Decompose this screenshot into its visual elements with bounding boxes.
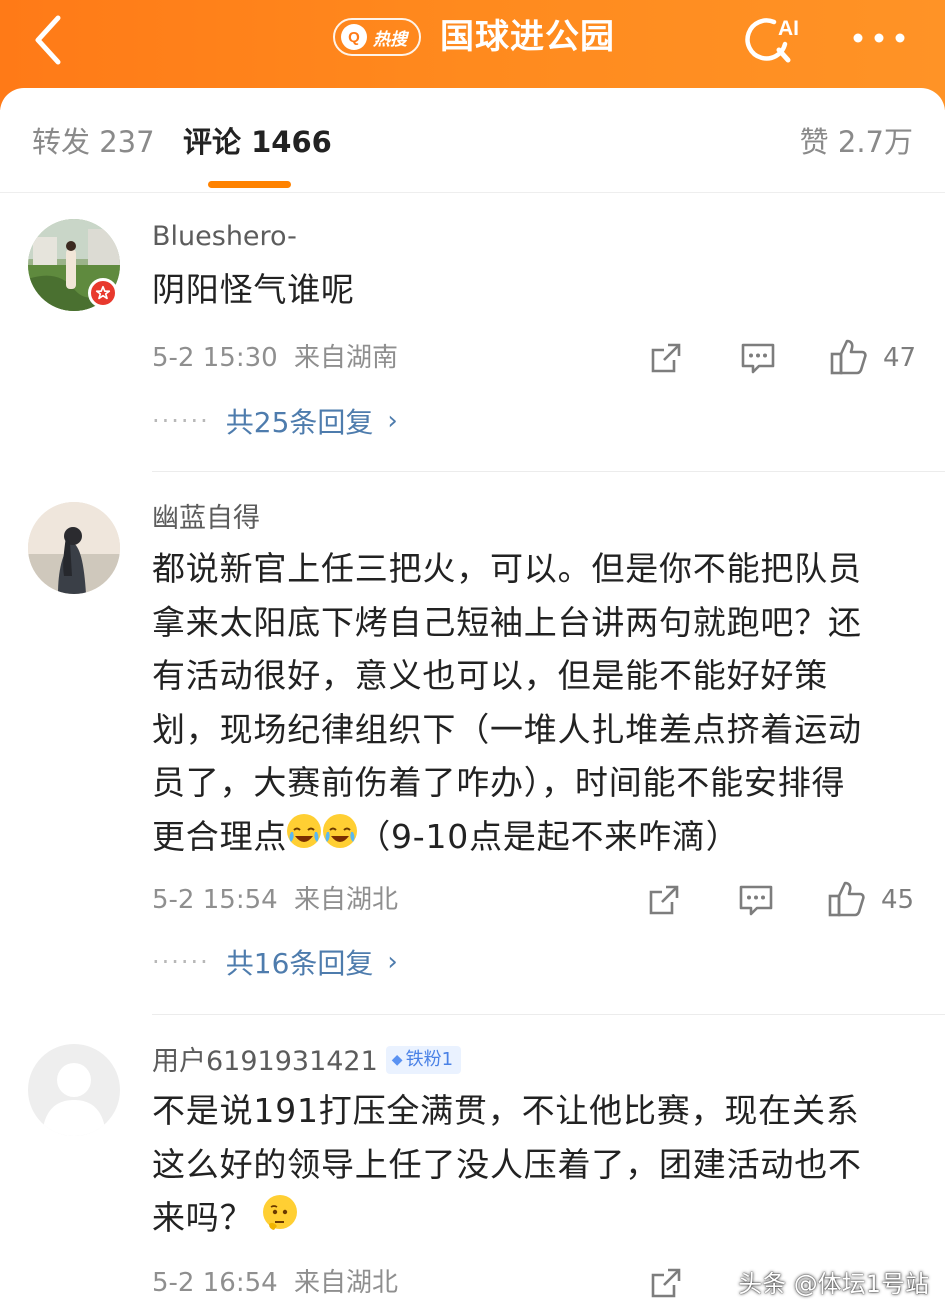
share-icon[interactable] (648, 1265, 684, 1301)
comment-location: 来自湖南 (293, 343, 398, 373)
divider (152, 1014, 945, 1015)
comment-icon[interactable] (739, 340, 777, 376)
tab-active-indicator (208, 181, 291, 188)
topic-title[interactable]: 国球进公园 (440, 14, 615, 60)
share-icon[interactable] (648, 340, 684, 376)
comment-text: 都说新官上任三把火，可以。但是你不能把队员 拿来太阳底下烤自己短袖上台讲两句就跑… (152, 542, 922, 863)
watermark: 头条 @体坛1号站 (738, 1270, 929, 1298)
ai-label: AI (778, 17, 799, 40)
replies-dots: ······ (152, 948, 210, 976)
fan-level-badge: ◆ 铁粉1 (385, 1045, 462, 1074)
comment-text: 不是说191打压全满贯，不让他比赛，现在关系 这么好的领导上任了没人压着了，团建… (152, 1084, 922, 1245)
comment-text-line: 不是说191打压全满贯，不让他比赛，现在关系 (152, 1091, 860, 1130)
like-icon[interactable] (827, 879, 867, 919)
tab-reposts[interactable]: 转发 237 (32, 122, 155, 162)
replies-label: 共25条回复 (225, 406, 374, 439)
comment-username: 用户6191931421 ◆ 铁粉1 (152, 1044, 462, 1080)
replies-dots: ······ (152, 407, 210, 435)
like-icon[interactable] (829, 337, 869, 377)
ai-search-icon[interactable]: AI (738, 10, 802, 68)
avatar[interactable] (28, 1044, 120, 1136)
comment-meta: 5-2 15:30 来自湖南 (152, 340, 398, 376)
comment-username[interactable]: Blueshero- (152, 219, 297, 255)
fan-badge-label: 铁粉1 (405, 1048, 454, 1070)
chevron-right-icon: › (387, 947, 398, 977)
comment-text-line: 拿来太阳底下烤自己短袖上台讲两句就跑吧？还 (152, 602, 862, 642)
replies-label: 共16条回复 (225, 947, 374, 980)
comment-text-line: 有活动很好，意义也可以，但是能不能好好策 (152, 656, 828, 695)
avatar[interactable] (28, 502, 120, 594)
thinking-face-icon (263, 1195, 298, 1230)
comment-location: 来自湖北 (293, 1268, 398, 1298)
comment-text-line: 划，现场纪律组织下（一堆人扎堆差点挤着运动 (152, 709, 862, 749)
back-icon[interactable] (26, 12, 72, 68)
comment-text-line: 这么好的领导上任了没人压着了，团建活动也不 (152, 1144, 862, 1184)
comment-time: 5-2 15:30 (152, 343, 278, 373)
comment-text-line: 员了，大赛前伤着了咋办），时间能不能安排得 (152, 763, 846, 802)
diamond-icon: ◆ (391, 1051, 403, 1068)
comment-text-line: 更合理点 (152, 816, 288, 856)
comment-time: 5-2 16:54 (152, 1268, 278, 1298)
comment-username[interactable]: 幽蓝自得 (152, 501, 260, 537)
view-replies-link[interactable]: ······ 共25条回复 › (152, 401, 398, 441)
more-icon[interactable] (848, 18, 910, 58)
hot-search-badge[interactable]: Q 热搜 (333, 18, 421, 56)
comment-text: 阴阳怪气谁呢 (152, 270, 355, 309)
like-count: 47 (883, 343, 917, 373)
comment-meta: 5-2 15:54 来自湖北 (152, 882, 398, 918)
comment-time: 5-2 15:54 (152, 885, 278, 915)
hot-search-label: 热搜 (373, 29, 407, 50)
chevron-right-icon: › (387, 406, 398, 436)
view-replies-link[interactable]: ······ 共16条回复 › (152, 942, 398, 982)
comment-text-line: （9-10点是起不来咋滴） (357, 816, 740, 856)
tears-of-joy-icon (323, 813, 358, 848)
tab-likes[interactable]: 赞 2.7万 (800, 122, 913, 162)
search-icon: Q (341, 24, 367, 50)
username-text[interactable]: 用户6191931421 (152, 1046, 378, 1077)
comment-item: 幽蓝自得 都说新官上任三把火，可以。但是你不能把队员 拿来太阳底下烤自己短袖上台… (0, 500, 945, 1020)
comment-location: 来自湖北 (293, 885, 398, 915)
comment-text-line: 来吗？ (152, 1198, 254, 1237)
share-icon[interactable] (646, 882, 682, 918)
verified-badge-icon (88, 278, 118, 308)
like-count: 45 (881, 885, 915, 915)
comment-text-line: 都说新官上任三把火，可以。但是你不能把队员 (152, 549, 862, 588)
comment-item: Blueshero- 阴阳怪气谁呢 5-2 15:30 来自湖南 47 ····… (0, 215, 945, 475)
comment-meta: 5-2 16:54 来自湖北 (152, 1265, 398, 1301)
tab-comments[interactable]: 评论 1466 (183, 122, 332, 162)
divider (152, 471, 945, 472)
tab-bar: 转发 237 评论 1466 赞 2.7万 (0, 88, 945, 193)
comment-icon[interactable] (737, 882, 775, 918)
tears-of-joy-icon (287, 813, 322, 848)
